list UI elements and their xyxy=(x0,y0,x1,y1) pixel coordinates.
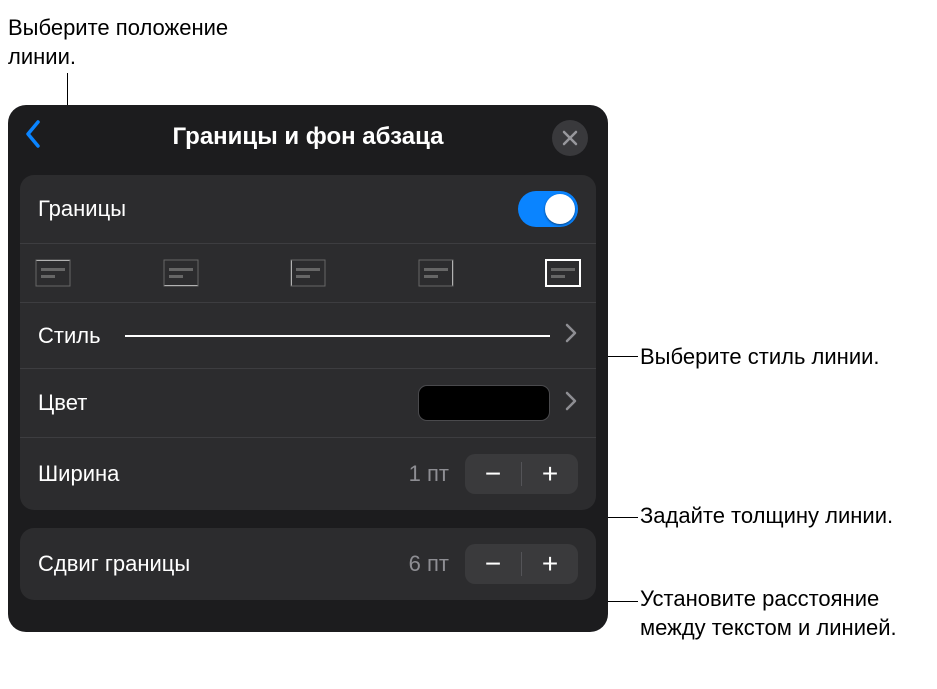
offset-increase-button[interactable]: + xyxy=(522,544,578,584)
borders-toggle-row: Границы xyxy=(20,175,596,244)
callout-line-position: Выберите положение линии. xyxy=(8,14,288,71)
color-label: Цвет xyxy=(38,390,87,416)
toggle-knob xyxy=(545,194,575,224)
chevron-left-icon xyxy=(24,119,44,149)
width-stepper: − + xyxy=(465,454,578,494)
back-button[interactable] xyxy=(24,119,54,153)
panel-title: Границы и фон абзаца xyxy=(172,123,443,151)
width-decrease-button[interactable]: − xyxy=(465,454,521,494)
close-icon xyxy=(562,130,578,146)
width-increase-button[interactable]: + xyxy=(522,454,578,494)
callout-line-width: Задайте толщину линии. xyxy=(640,502,920,531)
borders-toggle[interactable] xyxy=(518,191,578,227)
style-preview-line xyxy=(125,335,550,337)
width-value: 1 пт xyxy=(409,461,449,487)
border-top-button[interactable] xyxy=(34,258,72,288)
panel-header: Границы и фон абзаца xyxy=(8,105,608,169)
border-all-button[interactable] xyxy=(544,258,582,288)
color-swatch[interactable] xyxy=(418,385,550,421)
style-row[interactable]: Стиль xyxy=(20,303,596,369)
offset-label: Сдвиг границы xyxy=(38,551,190,577)
border-right-button[interactable] xyxy=(417,258,455,288)
close-button[interactable] xyxy=(552,120,588,156)
offset-row: Сдвиг границы 6 пт − + xyxy=(20,528,596,600)
offset-stepper: − + xyxy=(465,544,578,584)
chevron-right-icon xyxy=(564,323,578,348)
border-bottom-button[interactable] xyxy=(162,258,200,288)
offset-value: 6 пт xyxy=(409,551,449,577)
color-row[interactable]: Цвет xyxy=(20,369,596,438)
width-label: Ширина xyxy=(38,461,119,487)
width-row: Ширина 1 пт − + xyxy=(20,438,596,510)
borders-group: Границы Стиль xyxy=(20,175,596,510)
offset-decrease-button[interactable]: − xyxy=(465,544,521,584)
borders-panel: Границы и фон абзаца Границы xyxy=(8,105,608,632)
callout-line-style: Выберите стиль линии. xyxy=(640,343,900,372)
borders-label: Границы xyxy=(38,196,126,222)
style-label: Стиль xyxy=(38,323,101,349)
border-position-row xyxy=(20,244,596,303)
callout-line-offset: Установите расстояние между текстом и ли… xyxy=(640,585,930,642)
offset-group: Сдвиг границы 6 пт − + xyxy=(20,528,596,600)
chevron-right-icon xyxy=(564,391,578,416)
border-left-button[interactable] xyxy=(289,258,327,288)
